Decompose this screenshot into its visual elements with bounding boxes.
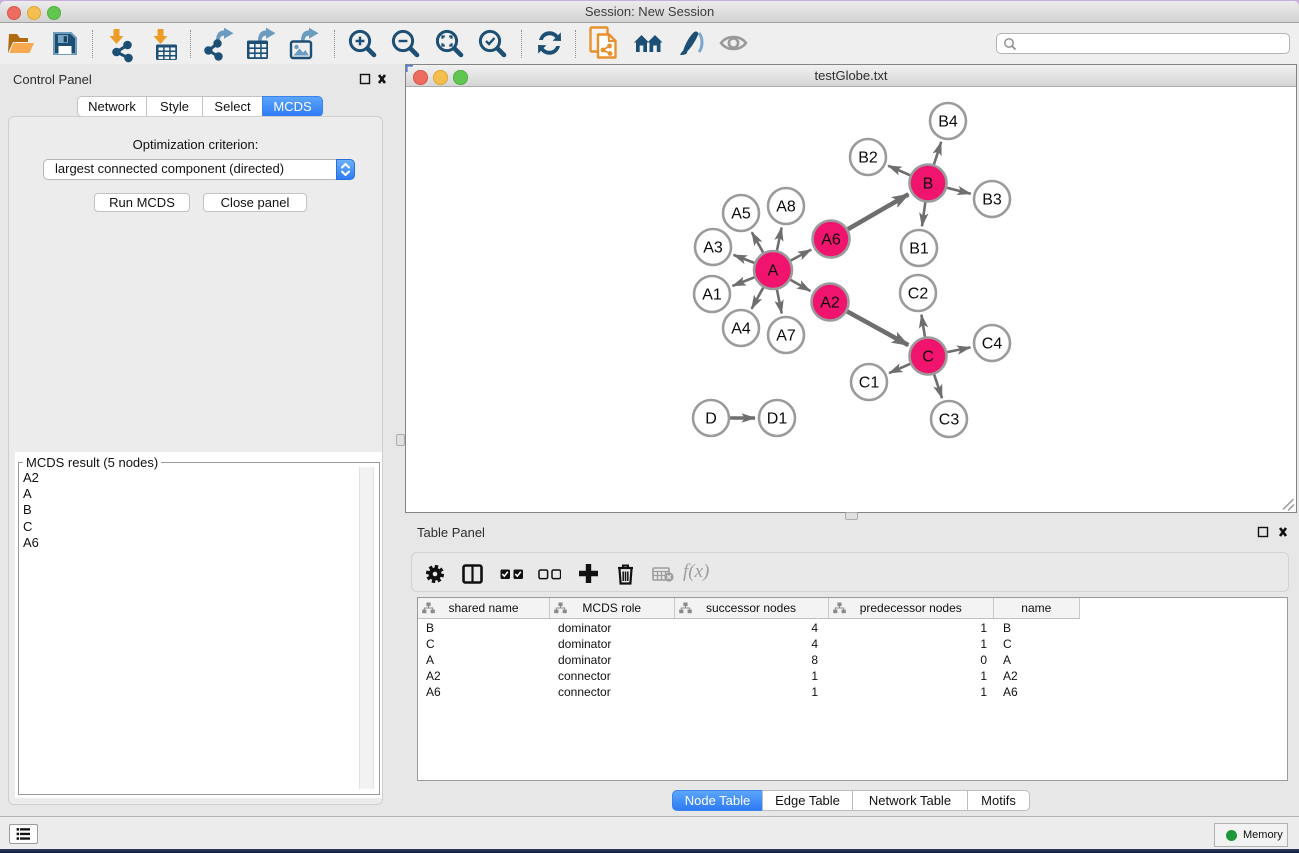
svg-text:A7: A7 [776,328,796,345]
svg-text:D: D [705,411,717,428]
svg-text:B: B [923,176,934,193]
svg-text:C3: C3 [939,412,960,429]
svg-text:C: C [922,349,934,366]
svg-text:A8: A8 [776,199,796,216]
svg-text:A2: A2 [820,295,840,312]
svg-text:B1: B1 [909,241,929,258]
svg-text:B3: B3 [982,192,1002,209]
svg-text:C2: C2 [908,286,929,303]
svg-text:A: A [768,263,779,280]
svg-text:B2: B2 [858,150,878,167]
svg-text:D1: D1 [767,411,788,428]
svg-text:C1: C1 [859,375,880,392]
svg-text:A4: A4 [731,321,751,338]
svg-text:A5: A5 [731,206,751,223]
svg-text:C4: C4 [982,336,1003,353]
svg-text:A6: A6 [821,232,841,249]
svg-text:A1: A1 [702,287,722,304]
svg-text:B4: B4 [938,114,958,131]
svg-text:A3: A3 [703,240,723,257]
